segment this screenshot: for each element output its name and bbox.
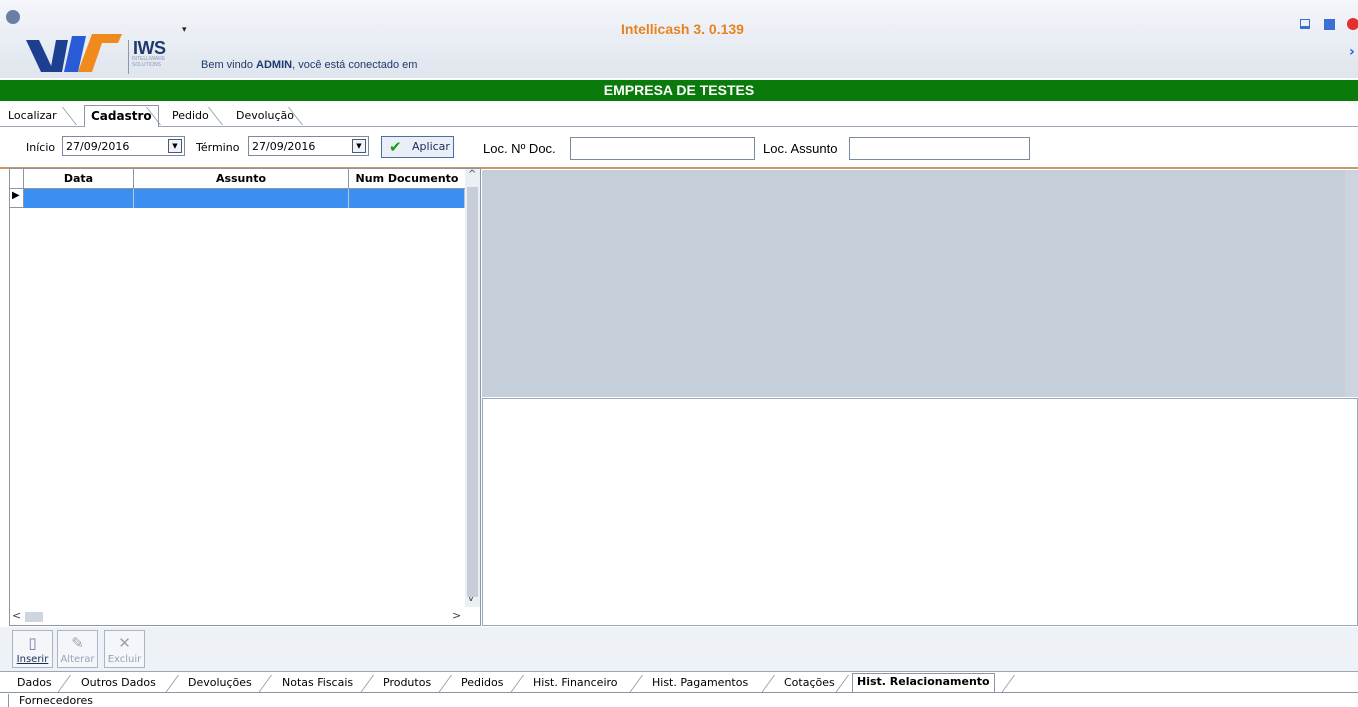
- inicio-date-field[interactable]: 27/09/2016 ▼: [62, 136, 185, 156]
- tab-hist-pagamentos[interactable]: Hist. Pagamentos: [652, 675, 748, 691]
- delete-x-icon: ✕: [118, 634, 131, 652]
- tab-notas-fiscais[interactable]: Notas Fiscais: [282, 675, 353, 691]
- user-menu-caret-icon[interactable]: ▾: [182, 25, 187, 35]
- horizontal-scrollbar[interactable]: < >: [10, 609, 465, 625]
- tab-hist-relacionamento[interactable]: Hist. Relacionamento: [852, 673, 995, 693]
- inserir-button[interactable]: ▯ Inserir: [12, 630, 53, 668]
- iws-logo-icon: [6, 10, 122, 72]
- vertical-scrollbar[interactable]: [1345, 170, 1358, 397]
- app-title: Intellicash 3. 0.139: [621, 21, 744, 37]
- current-row-arrow-icon: ▶: [12, 190, 20, 201]
- scrollbar-thumb[interactable]: [25, 612, 43, 622]
- checkmark-icon: ✔: [389, 138, 402, 156]
- column-header-data[interactable]: Data: [24, 169, 134, 188]
- tab-divider: [617, 675, 643, 692]
- loc-doc-input[interactable]: [570, 137, 755, 160]
- scroll-right-icon[interactable]: >: [452, 609, 461, 622]
- tab-devolucoes[interactable]: Devoluções: [188, 675, 252, 691]
- welcome-text: Bem vindo ADMIN, você está conectado em: [201, 59, 418, 71]
- scroll-up-icon[interactable]: ^: [468, 169, 476, 180]
- chevron-down-icon[interactable]: ▼: [352, 139, 366, 153]
- maximize-icon[interactable]: [1324, 19, 1335, 30]
- grid-header: Data Assunto Num Documento: [10, 169, 465, 189]
- bottom-tabs: Dados Outros Dados Devoluções Notas Fisc…: [0, 672, 1358, 693]
- company-bar: EMPRESA DE TESTES: [0, 80, 1358, 101]
- app-header: IWS INTELLIWARE SOLUTIONS ▾ Bem vindo AD…: [0, 0, 1358, 78]
- excluir-button[interactable]: ✕ Excluir: [104, 630, 145, 668]
- tab-pedido[interactable]: Pedido: [166, 107, 215, 125]
- brand-subtitle: INTELLIWARE SOLUTIONS: [132, 56, 166, 68]
- tab-hist-financeiro[interactable]: Hist. Financeiro: [533, 675, 618, 691]
- loc-assunto-label: Loc. Assunto: [763, 141, 838, 156]
- tab-outros-dados[interactable]: Outros Dados: [81, 675, 156, 691]
- loc-doc-label: Loc. Nº Doc.: [483, 141, 556, 156]
- table-row[interactable]: [24, 189, 465, 208]
- loc-assunto-input[interactable]: [849, 137, 1030, 160]
- close-icon[interactable]: [1347, 18, 1358, 30]
- cell-data[interactable]: [24, 189, 134, 208]
- bottom-tabs-row2: Fornecedores: [0, 693, 1358, 707]
- scroll-left-icon[interactable]: <: [12, 609, 21, 622]
- chevron-down-icon[interactable]: ▼: [168, 139, 182, 153]
- detail-text-area[interactable]: [482, 398, 1358, 626]
- alterar-button[interactable]: ✎ Alterar: [57, 630, 98, 668]
- row-indicator: ▶: [10, 188, 24, 208]
- row-indicator-header: [10, 169, 24, 188]
- column-header-num-documento[interactable]: Num Documento: [349, 169, 465, 188]
- tab-divider: [153, 675, 179, 692]
- tab-fornecedores[interactable]: Fornecedores: [8, 694, 93, 707]
- brand-separator: [128, 40, 129, 74]
- tab-localizar[interactable]: Localizar: [2, 107, 63, 125]
- chevron-right-icon[interactable]: ›: [1349, 44, 1355, 60]
- filter-bar: Início 27/09/2016 ▼ Término 27/09/2016 ▼…: [0, 127, 1358, 169]
- top-tabs: Localizar Cadastro Pedido Devolução: [0, 103, 1358, 127]
- inicio-label: Início: [26, 141, 56, 154]
- cell-num-documento[interactable]: [349, 189, 465, 208]
- new-document-icon: ▯: [28, 634, 37, 652]
- tab-pedidos[interactable]: Pedidos: [461, 675, 504, 691]
- action-toolbar: ▯ Inserir ✎ Alterar ✕ Excluir: [0, 627, 1358, 672]
- termino-label: Término: [196, 141, 240, 154]
- termino-date-field[interactable]: 27/09/2016 ▼: [248, 136, 369, 156]
- detail-panel-top: [482, 170, 1358, 397]
- column-header-assunto[interactable]: Assunto: [134, 169, 349, 188]
- tab-divider: [749, 675, 775, 692]
- aplicar-button[interactable]: ✔ Aplicar: [381, 136, 454, 158]
- documents-grid[interactable]: Data Assunto Num Documento ▶ ^ v < >: [9, 168, 481, 626]
- cell-assunto[interactable]: [134, 189, 349, 208]
- scrollbar-thumb[interactable]: [467, 187, 478, 597]
- minimize-icon[interactable]: [1299, 18, 1312, 31]
- pencil-icon: ✎: [71, 634, 84, 652]
- tab-produtos[interactable]: Produtos: [383, 675, 431, 691]
